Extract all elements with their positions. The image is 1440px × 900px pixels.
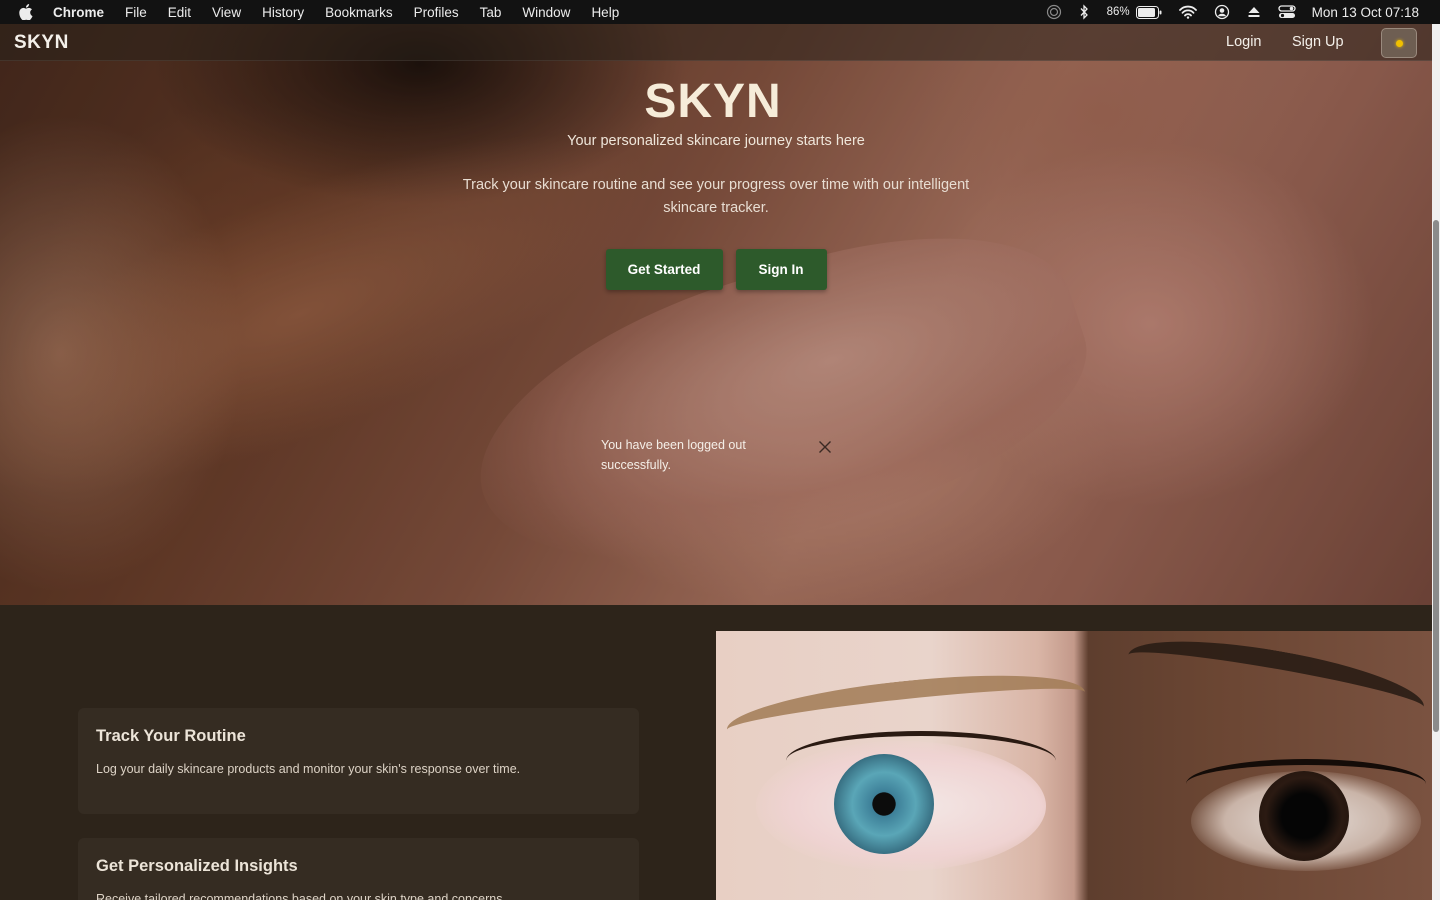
feature-card-text: Log your daily skincare products and mon… [96, 762, 521, 776]
feature-card-track-routine: Track Your Routine Log your daily skinca… [78, 708, 639, 814]
menu-bar-clock[interactable]: Mon 13 Oct 07:18 [1312, 5, 1419, 20]
lashes-left [786, 731, 1056, 791]
airdrop-icon[interactable] [1046, 0, 1062, 24]
feature-card-title: Track Your Routine [96, 727, 246, 745]
user-icon[interactable] [1214, 0, 1230, 24]
sun-icon [1395, 39, 1403, 47]
menu-help[interactable]: Help [591, 5, 619, 20]
menu-history[interactable]: History [262, 5, 304, 20]
battery-percent: 86% [1106, 6, 1130, 18]
battery-icon[interactable] [1135, 0, 1162, 24]
features-section: Track Your Routine Log your daily skinca… [0, 605, 1432, 900]
menu-profiles[interactable]: Profiles [414, 5, 459, 20]
menu-bar-status-area: 86% Mon 13 Oct 07:18 [1029, 0, 1419, 24]
lashes-right [1186, 759, 1426, 809]
bluetooth-icon[interactable] [1079, 0, 1089, 24]
signup-link[interactable]: Sign Up [1292, 34, 1344, 50]
login-link[interactable]: Login [1226, 34, 1261, 50]
menu-app-name[interactable]: Chrome [53, 5, 104, 20]
hero-description: Track your skincare routine and see your… [462, 177, 970, 216]
eyes-image [716, 631, 1432, 900]
menu-view[interactable]: View [212, 5, 241, 20]
site-logo[interactable]: SKYN [14, 32, 69, 54]
wifi-icon[interactable] [1178, 0, 1197, 24]
scrollbar-thumb[interactable] [1433, 220, 1439, 732]
toast-message: You have been logged out successfully. [601, 438, 746, 472]
macos-menu-bar: Chrome File Edit View History Bookmarks … [0, 0, 1440, 24]
eject-icon[interactable] [1247, 0, 1261, 24]
feature-card-title: Get Personalized Insights [96, 857, 298, 875]
hero-content: SKYN Your personalized skincare journey … [0, 61, 1432, 290]
theme-toggle-button[interactable] [1381, 28, 1417, 58]
control-center-icon[interactable] [1278, 0, 1296, 24]
menu-file[interactable]: File [125, 5, 147, 20]
logout-toast: You have been logged out successfully. [601, 435, 841, 475]
hero-title: SKYN [644, 75, 782, 128]
close-icon[interactable] [817, 439, 833, 455]
get-started-button[interactable]: Get Started [605, 249, 723, 290]
eyebrow-right [1123, 631, 1429, 737]
hero-button-group: Get Started Sign In [0, 249, 1432, 290]
hero-subtitle: Your personalized skincare journey start… [567, 133, 865, 149]
apple-logo-icon[interactable] [19, 4, 33, 20]
menu-edit[interactable]: Edit [168, 5, 191, 20]
menu-tab[interactable]: Tab [480, 5, 502, 20]
site-navbar: SKYN Login Sign Up [0, 24, 1432, 61]
feature-card-text: Receive tailored recommendations based o… [96, 892, 506, 900]
page-scrollbar[interactable] [1432, 24, 1440, 900]
menu-window[interactable]: Window [522, 5, 570, 20]
feature-card-insights: Get Personalized Insights Receive tailor… [78, 838, 639, 900]
sign-in-button[interactable]: Sign In [735, 249, 827, 290]
menu-bookmarks[interactable]: Bookmarks [325, 5, 393, 20]
